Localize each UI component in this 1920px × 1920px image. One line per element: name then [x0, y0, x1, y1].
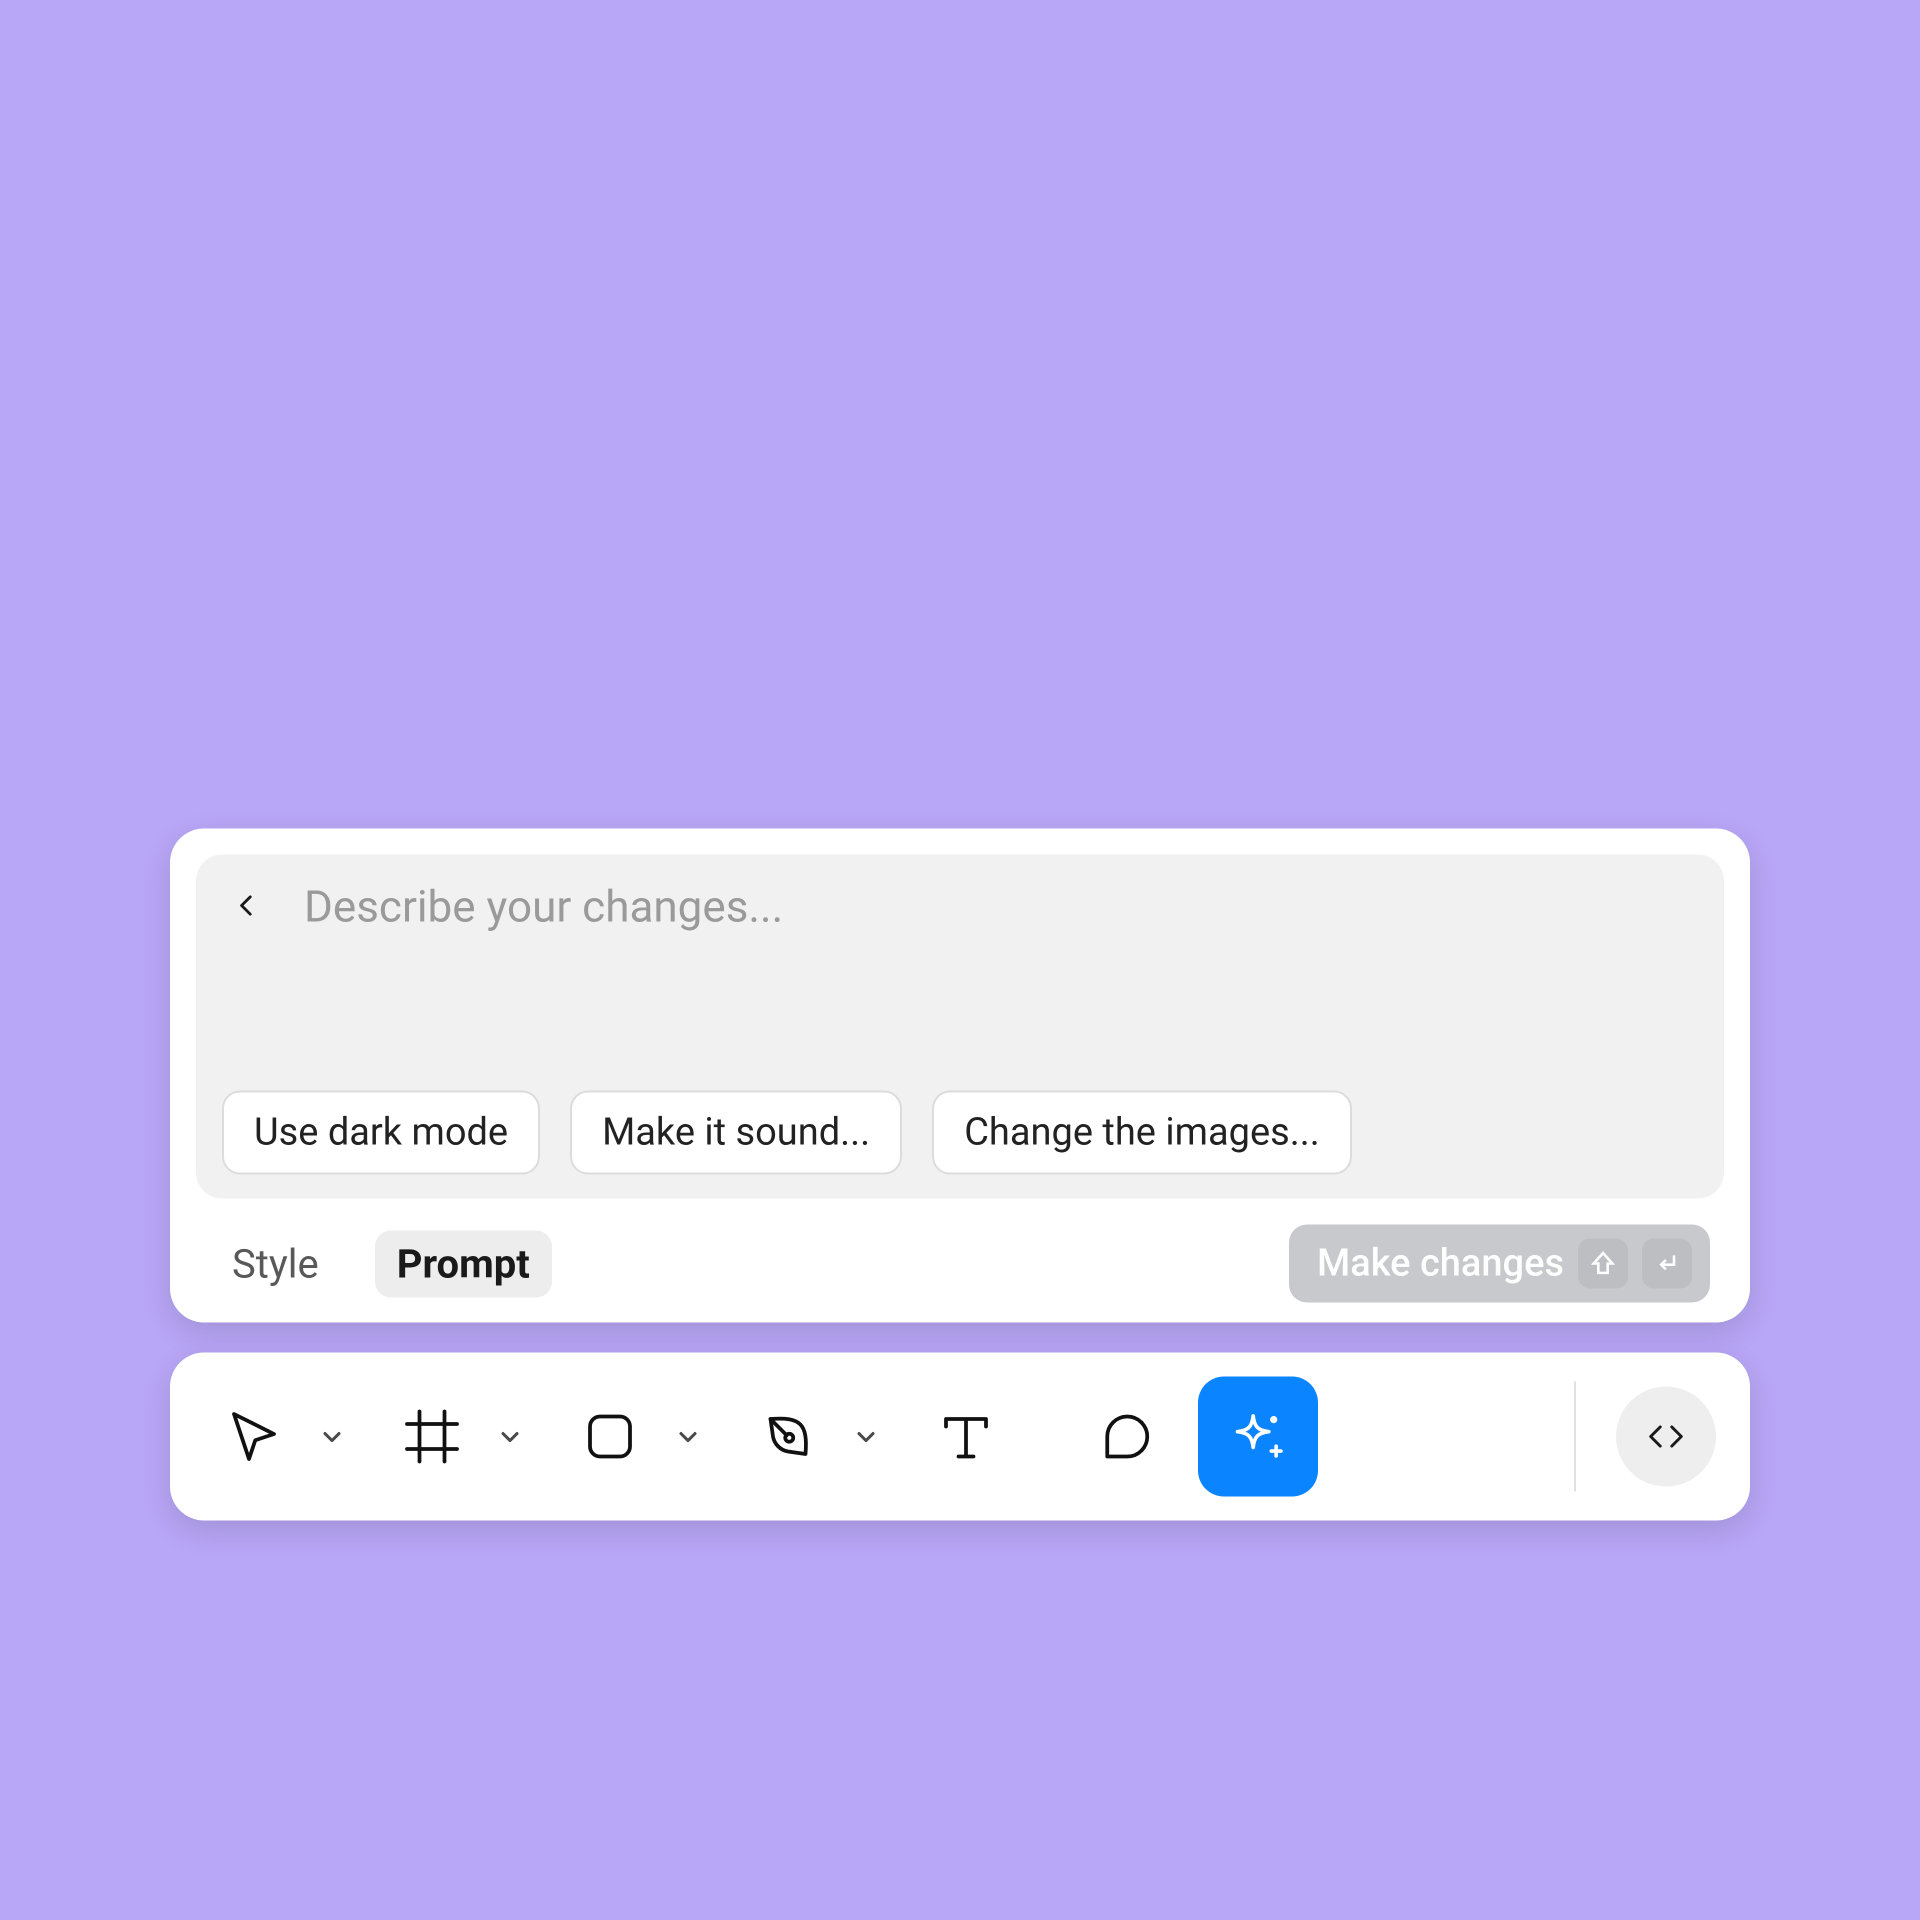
- kbd-shift: [1578, 1239, 1628, 1289]
- text-icon: [936, 1407, 996, 1467]
- tool-text[interactable]: [916, 1387, 1016, 1487]
- tool-frame-options[interactable]: [492, 1398, 528, 1476]
- sparkle-plus-icon: [1229, 1408, 1287, 1466]
- tool-code[interactable]: [1616, 1387, 1716, 1487]
- tool-pen-options[interactable]: [848, 1398, 884, 1476]
- tool-select[interactable]: [204, 1387, 304, 1487]
- pen-icon: [758, 1407, 818, 1467]
- make-changes-button[interactable]: Make changes: [1289, 1225, 1710, 1303]
- suggestion-make-sound[interactable]: Make it sound...: [570, 1091, 902, 1175]
- frame-icon: [402, 1407, 462, 1467]
- suggestion-dark-mode[interactable]: Use dark mode: [222, 1091, 540, 1175]
- chevron-left-icon: [234, 893, 260, 919]
- tab-style[interactable]: Style: [210, 1230, 341, 1297]
- cursor-icon: [224, 1407, 284, 1467]
- tool-comment[interactable]: [1076, 1387, 1176, 1487]
- prompt-inner: Use dark mode Make it sound... Change th…: [196, 855, 1724, 1199]
- comment-icon: [1096, 1407, 1156, 1467]
- make-changes-label: Make changes: [1317, 1242, 1564, 1286]
- chevron-down-icon: [498, 1425, 522, 1449]
- kbd-enter: [1642, 1239, 1692, 1289]
- chevron-down-icon: [854, 1425, 878, 1449]
- suggestion-change-images[interactable]: Change the images...: [932, 1091, 1352, 1175]
- code-icon: [1643, 1414, 1689, 1460]
- toolbar-divider: [1574, 1382, 1576, 1492]
- tool-pen[interactable]: [738, 1387, 838, 1487]
- tool-shape[interactable]: [560, 1387, 660, 1487]
- chevron-down-icon: [320, 1425, 344, 1449]
- tool-ai[interactable]: [1198, 1377, 1318, 1497]
- prompt-panel: Use dark mode Make it sound... Change th…: [170, 829, 1750, 1323]
- tool-frame[interactable]: [382, 1387, 482, 1487]
- tool-select-options[interactable]: [314, 1398, 350, 1476]
- back-button[interactable]: [222, 881, 272, 931]
- chevron-down-icon: [676, 1425, 700, 1449]
- tool-shape-options[interactable]: [670, 1398, 706, 1476]
- prompt-input[interactable]: [302, 875, 1698, 1053]
- square-icon: [580, 1407, 640, 1467]
- tab-prompt[interactable]: Prompt: [375, 1230, 552, 1297]
- shift-icon: [1589, 1250, 1617, 1278]
- enter-icon: [1653, 1250, 1681, 1278]
- prompt-footer: Style Prompt Make changes: [196, 1225, 1724, 1309]
- toolbar: [170, 1353, 1750, 1521]
- suggestion-row: Use dark mode Make it sound... Change th…: [222, 1091, 1698, 1175]
- tab-list: Style Prompt: [210, 1230, 552, 1297]
